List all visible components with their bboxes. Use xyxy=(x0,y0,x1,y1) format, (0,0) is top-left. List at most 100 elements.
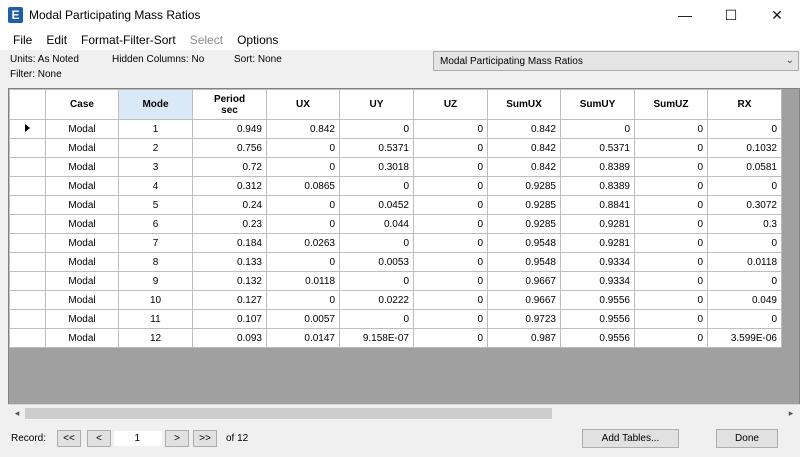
table-cell[interactable]: 0 xyxy=(413,176,488,196)
row-header[interactable] xyxy=(9,157,46,177)
table-cell[interactable]: 0 xyxy=(266,138,340,158)
table-cell[interactable]: 0.8389 xyxy=(560,176,635,196)
table-row[interactable]: Modal 11 0.107 0.0057 0 0 0.9723 0.9556 0 0 xyxy=(9,309,782,329)
column-header[interactable]: UX xyxy=(266,89,340,120)
table-cell[interactable]: 0.9334 xyxy=(560,252,635,272)
column-header[interactable]: RX xyxy=(707,89,782,120)
table-row[interactable]: Modal 2 0.756 0 0.5371 0 0.842 0.5371 0 0.1032 xyxy=(9,138,782,158)
table-cell[interactable]: Modal xyxy=(45,290,119,310)
table-cell[interactable]: 0.0147 xyxy=(266,328,340,348)
table-cell[interactable]: 0.9556 xyxy=(560,290,635,310)
table-cell[interactable]: 0.9281 xyxy=(560,233,635,253)
maximize-button[interactable]: ☐ xyxy=(708,0,754,30)
row-header[interactable] xyxy=(9,271,46,291)
row-header[interactable] xyxy=(9,252,46,272)
table-cell[interactable]: 0 xyxy=(413,252,488,272)
table-cell[interactable]: 0 xyxy=(634,176,708,196)
table-cell[interactable]: 12 xyxy=(118,328,193,348)
table-cell[interactable]: Modal xyxy=(45,138,119,158)
close-button[interactable]: ✕ xyxy=(754,0,800,30)
row-header[interactable] xyxy=(9,309,46,329)
table-cell[interactable]: 0.0452 xyxy=(339,195,414,215)
table-cell[interactable]: 0.133 xyxy=(192,252,267,272)
table-cell[interactable]: 0.9723 xyxy=(487,309,561,329)
table-cell[interactable]: 0.9667 xyxy=(487,290,561,310)
table-row[interactable]: Modal 4 0.312 0.0865 0 0 0.9285 0.8389 0 0 xyxy=(9,176,782,196)
menu-options[interactable]: Options xyxy=(230,33,285,47)
table-cell[interactable]: 7 xyxy=(118,233,193,253)
row-header[interactable] xyxy=(9,138,46,158)
table-cell[interactable]: 0.0581 xyxy=(707,157,782,177)
table-cell[interactable]: 0 xyxy=(413,195,488,215)
table-cell[interactable]: 0.9556 xyxy=(560,309,635,329)
table-row[interactable]: Modal 12 0.093 0.0147 9.158E-07 0 0.987 0.9556 0… xyxy=(9,328,782,348)
table-select-dropdown[interactable]: Modal Participating Mass Ratios ⌄ xyxy=(433,51,799,71)
table-cell[interactable]: 0.9548 xyxy=(487,252,561,272)
minimize-button[interactable]: — xyxy=(662,0,708,30)
table-cell[interactable]: 0 xyxy=(560,119,635,139)
table-cell[interactable]: 0.0118 xyxy=(266,271,340,291)
table-cell[interactable]: Modal xyxy=(45,271,119,291)
table-cell[interactable]: 6 xyxy=(118,214,193,234)
table-cell[interactable]: 0.9334 xyxy=(560,271,635,291)
table-cell[interactable]: 0.312 xyxy=(192,176,267,196)
table-cell[interactable]: Modal xyxy=(45,176,119,196)
table-cell[interactable]: 0.842 xyxy=(487,138,561,158)
table-cell[interactable]: 0 xyxy=(339,176,414,196)
table-cell[interactable]: 0 xyxy=(634,290,708,310)
table-cell[interactable]: 0.0053 xyxy=(339,252,414,272)
table-row[interactable]: Modal 10 0.127 0 0.0222 0 0.9667 0.9556 0 0.049 xyxy=(9,290,782,310)
table-cell[interactable]: 0.9667 xyxy=(487,271,561,291)
table-cell[interactable]: 4 xyxy=(118,176,193,196)
table-cell[interactable]: 0.842 xyxy=(487,157,561,177)
table-cell[interactable]: Modal xyxy=(45,233,119,253)
column-header[interactable]: UY xyxy=(339,89,414,120)
menu-format-filter-sort[interactable]: Format-Filter-Sort xyxy=(74,33,183,47)
table-cell[interactable]: 0.842 xyxy=(487,119,561,139)
table-cell[interactable]: 0 xyxy=(339,271,414,291)
menu-select[interactable]: Select xyxy=(183,33,230,47)
column-header[interactable]: Case xyxy=(45,89,119,120)
table-cell[interactable]: 0 xyxy=(413,233,488,253)
table-cell[interactable]: 0.3072 xyxy=(707,195,782,215)
table-row[interactable]: Modal 1 0.949 0.842 0 0 0.842 0 0 0 xyxy=(9,119,782,139)
table-cell[interactable]: 0.23 xyxy=(192,214,267,234)
table-cell[interactable]: 0.9556 xyxy=(560,328,635,348)
table-cell[interactable]: 0.0118 xyxy=(707,252,782,272)
table-cell[interactable]: 0 xyxy=(266,214,340,234)
table-cell[interactable]: 0 xyxy=(266,157,340,177)
row-header[interactable] xyxy=(9,233,46,253)
table-cell[interactable]: 0 xyxy=(413,119,488,139)
table-cell[interactable]: Modal xyxy=(45,119,119,139)
table-cell[interactable]: 0 xyxy=(413,138,488,158)
table-cell[interactable]: 0 xyxy=(707,233,782,253)
table-cell[interactable]: 0.8841 xyxy=(560,195,635,215)
table-cell[interactable]: 0 xyxy=(413,290,488,310)
table-cell[interactable]: 0.044 xyxy=(339,214,414,234)
table-cell[interactable]: 0.3 xyxy=(707,214,782,234)
table-cell[interactable]: 0.049 xyxy=(707,290,782,310)
table-cell[interactable]: 0 xyxy=(634,214,708,234)
table-cell[interactable]: Modal xyxy=(45,195,119,215)
table-cell[interactable]: 0.0057 xyxy=(266,309,340,329)
table-cell[interactable]: 1 xyxy=(118,119,193,139)
table-cell[interactable]: 0 xyxy=(339,119,414,139)
previous-record-button[interactable]: < xyxy=(87,430,111,447)
table-row[interactable]: Modal 9 0.132 0.0118 0 0 0.9667 0.9334 0 0 xyxy=(9,271,782,291)
table-cell[interactable]: 10 xyxy=(118,290,193,310)
table-cell[interactable]: 0.24 xyxy=(192,195,267,215)
table-cell[interactable]: 0 xyxy=(413,328,488,348)
column-header[interactable]: Period sec xyxy=(192,89,267,120)
table-cell[interactable]: 0.72 xyxy=(192,157,267,177)
row-header[interactable] xyxy=(9,176,46,196)
row-header[interactable] xyxy=(9,290,46,310)
table-cell[interactable]: 0 xyxy=(266,195,340,215)
table-cell[interactable]: 0.9285 xyxy=(487,214,561,234)
table-cell[interactable]: 0.987 xyxy=(487,328,561,348)
scroll-right-icon[interactable]: ▸ xyxy=(784,407,798,420)
add-tables-button[interactable]: Add Tables... xyxy=(582,429,679,448)
table-row[interactable]: Modal 5 0.24 0 0.0452 0 0.9285 0.8841 0 0.3072 xyxy=(9,195,782,215)
table-cell[interactable]: 0.8389 xyxy=(560,157,635,177)
table-cell[interactable]: 9.158E-07 xyxy=(339,328,414,348)
row-header[interactable] xyxy=(9,214,46,234)
